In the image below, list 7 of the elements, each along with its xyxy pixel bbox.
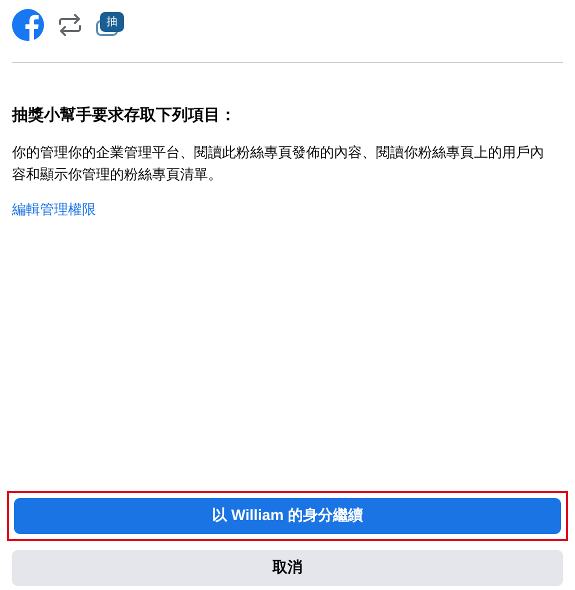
continue-button[interactable]: 以 William 的身分繼續: [14, 498, 561, 534]
cancel-button[interactable]: 取消: [12, 550, 563, 586]
facebook-logo-icon: [12, 9, 44, 41]
swap-arrows-icon: [58, 14, 82, 36]
permission-title: 抽獎小幫手要求存取下列項目：: [12, 105, 237, 126]
permission-description: 你的管理你的企業管理平台、閱讀此粉絲專頁發佈的內容、閱讀你粉絲專頁上的用戶內容和顯示你管理的粉絲專頁清單。: [12, 143, 545, 184]
edit-permissions-link[interactable]: 編輯管理權限: [12, 199, 96, 220]
